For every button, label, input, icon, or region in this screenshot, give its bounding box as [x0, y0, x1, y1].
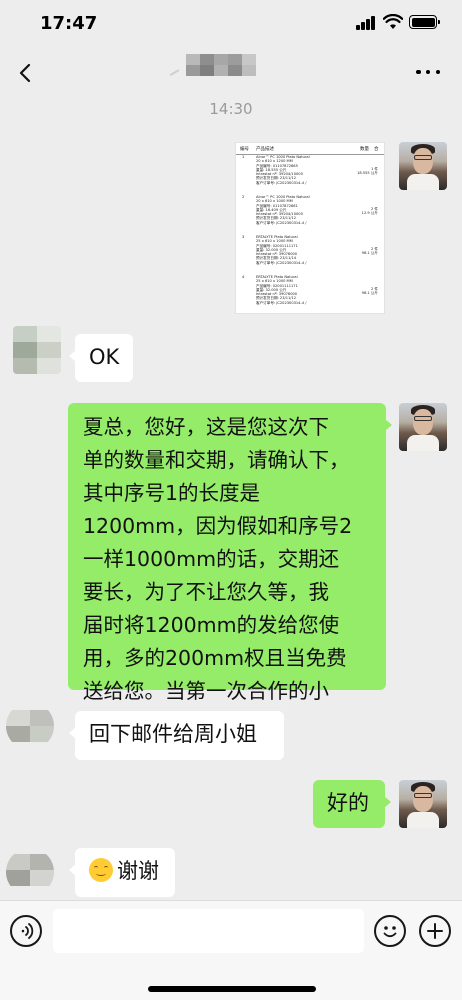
doc-header-qty: 数量 [360, 147, 369, 152]
avatar-contact[interactable] [6, 848, 54, 896]
message-bubble-incoming[interactable]: 回下邮件给周小姐 [69, 711, 284, 760]
title-mosaic [186, 54, 256, 76]
more-button[interactable] [416, 62, 440, 82]
chat-title [166, 54, 256, 76]
plus-button[interactable] [419, 915, 451, 947]
message-bubble-incoming[interactable]: 谢谢 [69, 848, 175, 897]
doc-item-qty: 1 件 18.555 公斤 [357, 167, 378, 176]
signal-icon [356, 16, 376, 30]
doc-item-qty: 2 件 96.1 公斤 [361, 247, 378, 256]
voice-icon [21, 923, 34, 939]
doc-header: 编号 产品描述 数量 合 [236, 143, 384, 155]
doc-item-no: 1 [242, 155, 245, 159]
order-document-image[interactable]: 编号 产品描述 数量 合 1 Alnar™ PC 1000 Plato Natu… [235, 142, 385, 314]
doc-header-extra: 合 [374, 147, 379, 152]
doc-item-desc: Alnar™ PC 1000 Plato Natural 20 x 610 x 1… [256, 195, 310, 225]
more-dots-icon [416, 69, 421, 75]
chevron-left-icon [19, 63, 31, 83]
avatar-me[interactable] [399, 403, 447, 451]
smile-emoji-icon [89, 858, 113, 882]
message-bubble-outgoing[interactable]: 夏总，您好，这是您这次下 单的数量和交期，请确认下， 其中序号1的长度是 120… [68, 403, 392, 736]
doc-item-no: 3 [242, 235, 245, 239]
plus-icon [427, 923, 443, 939]
avatar-me[interactable] [399, 142, 447, 190]
doc-item-qty: 2 件 96.1 公斤 [361, 287, 378, 296]
avatar-me[interactable] [399, 780, 447, 828]
message-text: 谢谢 [117, 859, 159, 883]
doc-item-no: 2 [242, 195, 245, 199]
nav-bar [0, 48, 462, 98]
wifi-icon [383, 14, 403, 29]
input-bar [0, 900, 462, 1000]
message-input[interactable] [53, 909, 364, 953]
doc-item-no: 4 [242, 275, 245, 279]
home-indicator [148, 986, 316, 992]
battery-icon [409, 15, 440, 29]
doc-item-desc: ERTALYTE Plato Natural 25 x 610 x 1000 MM… [256, 275, 307, 305]
message-bubble-incoming[interactable]: OK [69, 334, 133, 382]
emoji-button[interactable] [374, 915, 406, 947]
doc-item-qty: 2 件 12.9 公斤 [361, 207, 378, 216]
status-bar: 17:47 [0, 0, 462, 48]
doc-item-desc: ERTALYTE Plato Natural 25 x 610 x 1000 MM… [256, 235, 307, 265]
doc-header-no: 编号 [240, 147, 249, 152]
doc-item-desc: Alnar™ PC 1000 Plato Natural 20 x 610 x 1… [256, 155, 310, 185]
avatar-contact[interactable] [13, 326, 61, 374]
message-bubble-outgoing[interactable]: 好的 [313, 780, 391, 828]
emoji-icon [383, 926, 397, 938]
voice-button[interactable] [10, 915, 42, 947]
doc-header-desc: 产品描述 [256, 147, 274, 152]
avatar-contact[interactable] [6, 702, 54, 750]
message-timestamp: 14:30 [209, 100, 253, 118]
back-button[interactable] [12, 58, 42, 88]
status-time: 17:47 [40, 13, 98, 34]
